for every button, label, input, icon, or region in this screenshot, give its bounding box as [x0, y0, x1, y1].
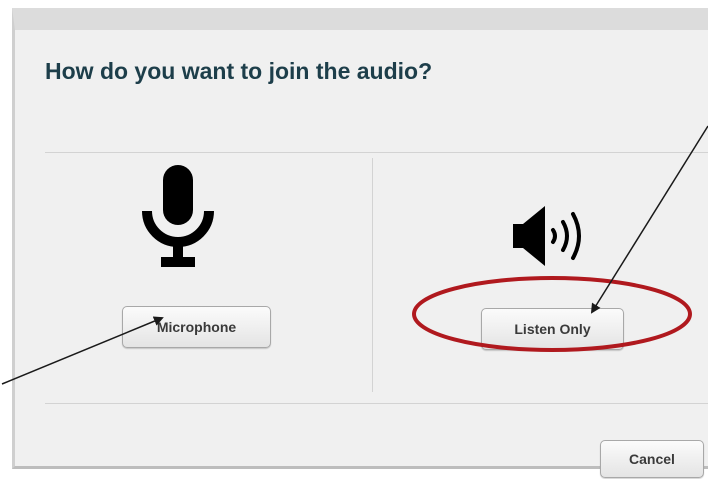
- dialog-title: How do you want to join the audio?: [45, 58, 433, 84]
- screenshot-stage: How do you want to join the audio? Micro…: [0, 0, 708, 479]
- divider-top: [45, 152, 708, 153]
- microphone-button[interactable]: Microphone: [122, 306, 271, 348]
- top-strip: [0, 0, 708, 8]
- cancel-button[interactable]: Cancel: [600, 440, 704, 478]
- audio-join-dialog: How do you want to join the audio? Micro…: [12, 8, 708, 478]
- divider-bottom: [45, 403, 708, 404]
- microphone-icon: [142, 165, 214, 267]
- listen-only-button[interactable]: Listen Only: [481, 308, 624, 350]
- speaker-icon: [513, 206, 581, 266]
- divider-vertical: [372, 158, 373, 392]
